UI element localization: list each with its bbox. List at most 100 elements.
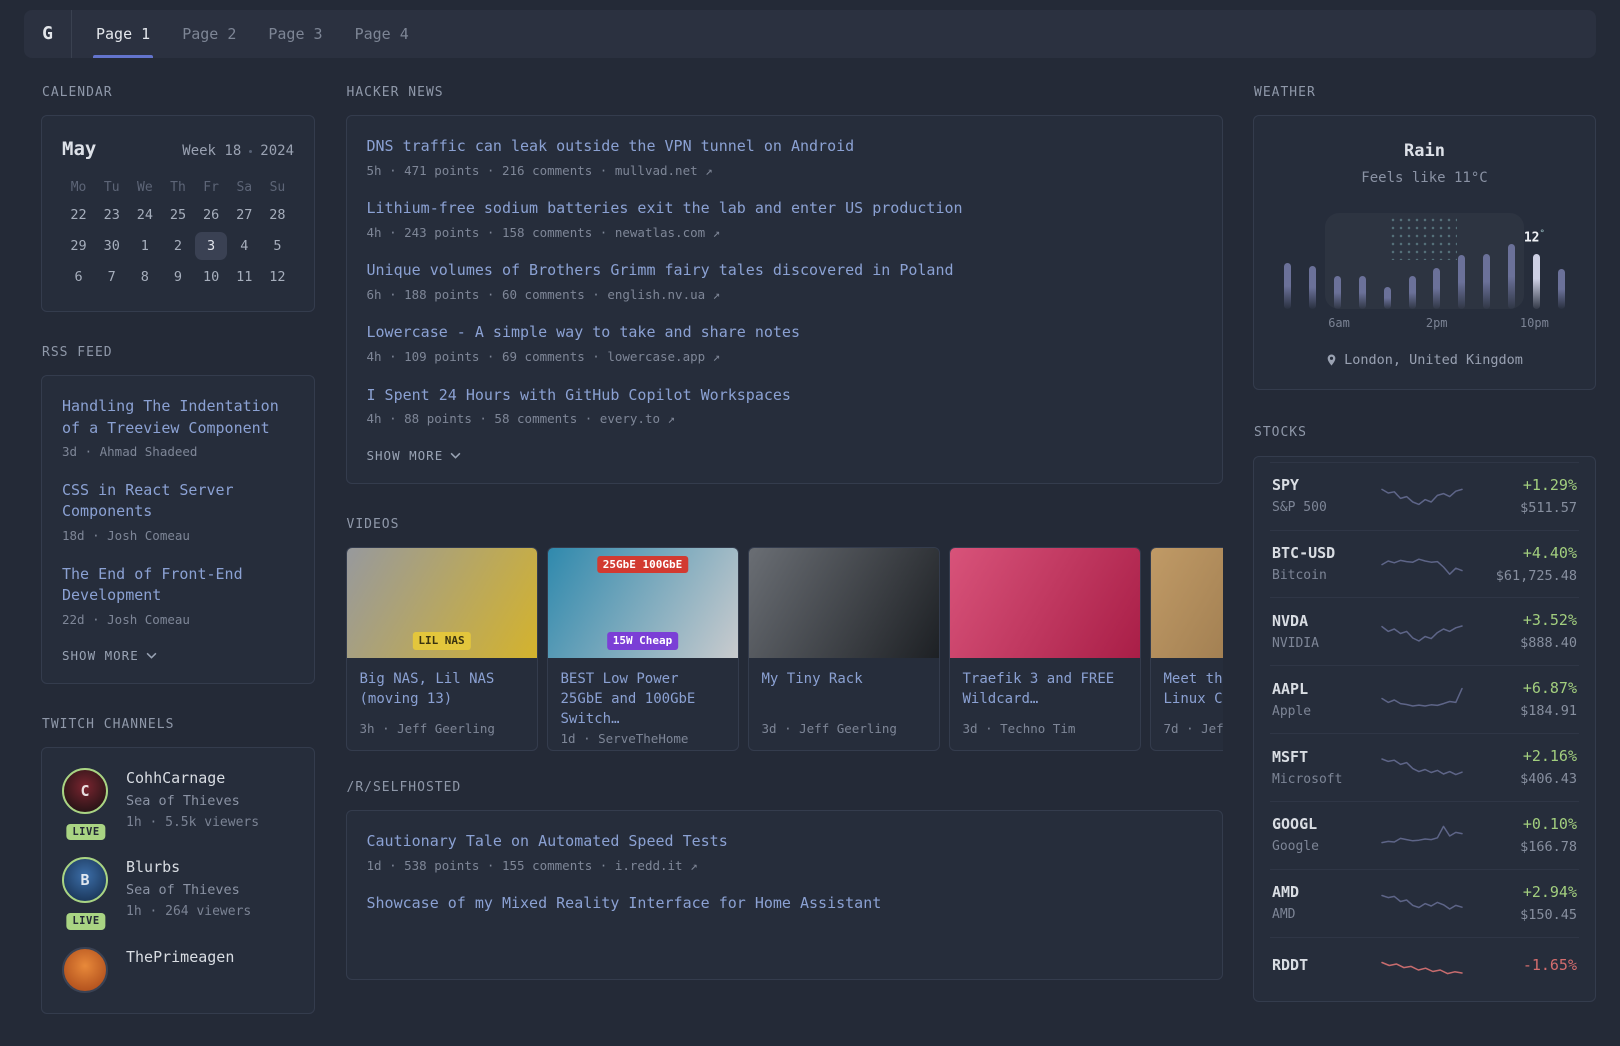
weather-location: London, United Kingdom — [1274, 351, 1575, 370]
stock-price: $511.57 — [1520, 499, 1577, 516]
stock-sparkline — [1380, 950, 1464, 984]
stock-figures: +1.29% $511.57 — [1467, 475, 1577, 518]
day-name: Fr — [203, 179, 219, 195]
page-tab[interactable]: Page 1 — [80, 10, 166, 58]
channel-avatar — [62, 946, 108, 993]
weather-bar — [1408, 275, 1416, 309]
calendar-day: 7 — [107, 268, 116, 285]
video-card[interactable]: Traefik 3 and FREE Wildcard… 3d · Techno… — [948, 546, 1141, 751]
avatar-initial: C — [80, 781, 90, 800]
chevron-down-icon — [146, 652, 157, 660]
hackernews-item-meta: 4h · 88 points · 58 comments · every.to … — [366, 411, 676, 427]
stock-id: SPY S&P 500 — [1272, 475, 1376, 517]
rss-show-more-button[interactable]: SHOW MORE — [62, 648, 294, 663]
stock-figures: +2.16% $406.43 — [1467, 746, 1577, 789]
calendar-day-names: Mo Tu We Th Fr Sa Su — [62, 179, 294, 201]
channel-viewers: 1h · 264 viewers — [126, 904, 252, 920]
day-name: Su — [269, 179, 286, 195]
calendar-header: CALENDAR — [42, 85, 113, 100]
weather-hourly-chart: 12° — [1278, 213, 1571, 309]
reddit-item-title[interactable]: Showcase of my Mixed Reality Interface f… — [367, 894, 882, 912]
video-thumbnail: FAS — [1150, 547, 1223, 658]
video-card[interactable]: FAS Meet the Linux Clu 7d · Jeff — [1149, 546, 1223, 751]
rss-widget: RSS FEED Handling The Indentation of a T… — [41, 344, 315, 685]
video-thumbnail: LIL NAS — [346, 547, 537, 658]
dashboard-grid: CALENDAR May Week 18 2024 Mo Tu We Th Fr Sa Su… — [0, 58, 1620, 1046]
stock-figures: +2.94% $150.45 — [1467, 882, 1577, 925]
weather-bar — [1483, 253, 1491, 309]
twitch-channel-row[interactable]: B LIVE Blurbs Sea of Thieves 1h · 264 vi… — [62, 857, 294, 930]
avatar: B LIVE — [62, 857, 110, 930]
calendar-year: 2024 — [260, 143, 294, 160]
hackernews-widget: HACKER NEWS DNS traffic can leak outside… — [345, 84, 1223, 484]
weather-bar — [1557, 268, 1565, 309]
hackernews-item-title[interactable]: Lowercase - A simple way to take and sha… — [367, 323, 800, 341]
page-tab[interactable]: Page 4 — [339, 10, 425, 58]
hackernews-item-title[interactable]: DNS traffic can leak outside the VPN tun… — [367, 137, 855, 155]
stock-company-name: NVIDIA — [1272, 635, 1319, 651]
rss-item: The End of Front-End Development 22d · J… — [62, 564, 294, 629]
stock-symbol: BTC-USD — [1272, 543, 1336, 562]
hackernews-item-meta: 4h · 109 points · 69 comments · lowercas… — [366, 349, 721, 365]
video-card[interactable]: My Tiny Rack 3d · Jeff Geerling — [747, 546, 940, 751]
weather-bar — [1284, 262, 1291, 309]
hackernews-item-title[interactable]: I Spent 24 Hours with GitHub Copilot Wor… — [367, 386, 791, 404]
video-card[interactable]: LIL NAS Big NAS, Lil NAS (moving 13) 3h … — [345, 546, 538, 751]
stock-row[interactable]: BTC-USD Bitcoin +4.40% $61,725.48 — [1270, 529, 1579, 598]
stock-row[interactable]: SPY S&P 500 +1.29% $511.57 — [1270, 461, 1579, 530]
stock-row[interactable]: GOOGL Google +0.10% $166.78 — [1270, 801, 1579, 869]
video-card[interactable]: 25GbE 100GbE 15W Cheap BEST Low Power 25G… — [546, 546, 739, 751]
stock-company-name: S&P 500 — [1272, 500, 1327, 515]
stock-sparkline — [1380, 751, 1464, 785]
stock-sparkline — [1380, 547, 1464, 581]
stock-symbol: AAPL — [1272, 679, 1309, 698]
twitch-header: TWITCH CHANNELS — [42, 717, 175, 733]
hackernews-item: DNS traffic can leak outside the VPN tun… — [367, 136, 1202, 179]
app-logo[interactable]: G — [24, 10, 72, 58]
stock-row[interactable]: AMD AMD +2.94% $150.45 — [1270, 869, 1579, 937]
rss-item-title[interactable]: CSS in React Server Components — [62, 481, 234, 521]
day-name: Mo — [70, 179, 87, 195]
stock-row[interactable]: AAPL Apple +6.87% $184.91 — [1270, 665, 1579, 733]
rss-item-title[interactable]: The End of Front-End Development — [62, 565, 243, 605]
stock-symbol: MSFT — [1272, 747, 1309, 766]
thumbnail-text: LIL NAS — [412, 632, 471, 650]
stocks-card: SPY S&P 500 +1.29% $511.57 BTC-USD Bitco… — [1253, 455, 1596, 1002]
stock-company-name: Bitcoin — [1272, 567, 1327, 583]
page-tab[interactable]: Page 3 — [252, 10, 338, 58]
weather-time-label: 6am — [1328, 315, 1350, 330]
rss-header: RSS FEED — [42, 344, 113, 360]
rss-item-meta: 3d · Ahmad Shadeed — [62, 444, 198, 460]
hackernews-show-more-button[interactable]: SHOW MORE — [367, 448, 462, 463]
hackernews-item-title[interactable]: Unique volumes of Brothers Grimm fairy t… — [367, 261, 954, 279]
video-meta: 3h · Jeff Geerling — [359, 721, 495, 737]
twitch-channel-row[interactable]: C LIVE CohhCarnage Sea of Thieves 1h · 5… — [62, 768, 294, 841]
thumbnail-text: 25GbE 100GbE — [596, 555, 689, 574]
page-tab[interactable]: Page 2 — [166, 10, 252, 58]
avatar: LIVE — [62, 946, 110, 993]
rss-item-title[interactable]: Handling The Indentation of a Treeview C… — [62, 397, 279, 437]
calendar-day: 27 — [236, 206, 253, 223]
channel-name: ThePrimeagen — [126, 947, 235, 966]
twitch-channel-row[interactable]: LIVE ThePrimeagen — [62, 946, 294, 993]
stock-row[interactable]: RDDT -1.65% — [1270, 936, 1579, 996]
weather-feels-like: Feels like 11°C — [1361, 169, 1488, 186]
stock-change-percent: -1.65% — [1522, 955, 1577, 974]
hackernews-item-title[interactable]: Lithium-free sodium batteries exit the l… — [367, 199, 963, 217]
hackernews-item-meta: 4h · 243 points · 158 comments · newatla… — [366, 224, 721, 240]
weather-bar — [1308, 265, 1316, 309]
calendar-day: 11 — [236, 268, 253, 285]
day-name: Th — [170, 179, 186, 195]
calendar-days: 22 23 24 25 26 27 28 29 30 1 2 3 4 5 6 7 8 9 10 11 12 — [62, 201, 294, 291]
stock-row[interactable]: NVDA NVIDIA +3.52% $888.40 — [1270, 597, 1579, 665]
reddit-item: Cautionary Tale on Automated Speed Tests… — [367, 831, 1202, 874]
weather-condition: Rain — [1404, 141, 1445, 162]
stock-id: GOOGL Google — [1272, 814, 1376, 856]
stock-change-percent: +6.87% — [1522, 679, 1577, 698]
video-thumbnail — [748, 547, 939, 658]
hackernews-list: DNS traffic can leak outside the VPN tun… — [367, 136, 1202, 427]
left-column: CALENDAR May Week 18 2024 Mo Tu We Th Fr Sa Su… — [41, 84, 315, 1046]
day-name: Tu — [103, 179, 120, 195]
reddit-item-title[interactable]: Cautionary Tale on Automated Speed Tests — [367, 832, 728, 850]
stock-row[interactable]: MSFT Microsoft +2.16% $406.43 — [1270, 733, 1579, 801]
